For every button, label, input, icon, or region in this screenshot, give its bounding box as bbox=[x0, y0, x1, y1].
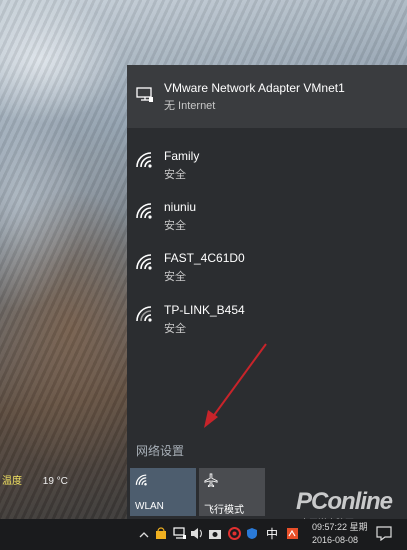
adapter-name: VMware Network Adapter VMnet1 bbox=[164, 81, 345, 95]
wifi-icon bbox=[135, 152, 155, 173]
swirl-app-icon[interactable] bbox=[228, 527, 241, 545]
shopping-bag-icon[interactable] bbox=[155, 527, 167, 545]
clock-time: 09:57:22 bbox=[312, 522, 348, 532]
weather-widget[interactable]: 温度 19 °C bbox=[2, 472, 68, 487]
pconline-watermark: PConline bbox=[296, 488, 393, 515]
wlan-toggle-tile[interactable]: WLAN bbox=[130, 468, 196, 516]
wifi-network-item[interactable]: niuniu 安全 bbox=[127, 197, 407, 247]
taskbar: 中 09:57:22 星期 2016-08-08 bbox=[0, 519, 407, 550]
airplane-icon bbox=[204, 473, 218, 492]
ethernet-icon bbox=[136, 87, 154, 108]
shield-icon[interactable] bbox=[246, 527, 258, 545]
wifi-icon bbox=[135, 473, 149, 491]
wifi-network-status: 安全 bbox=[164, 169, 186, 181]
wifi-icon bbox=[135, 306, 155, 327]
network-flyout: VMware Network Adapter VMnet1 无 Internet… bbox=[127, 65, 407, 519]
volume-icon[interactable] bbox=[190, 527, 204, 545]
network-adapter-item[interactable]: VMware Network Adapter VMnet1 无 Internet bbox=[127, 65, 407, 128]
wifi-network-name: TP-LINK_B454 bbox=[164, 303, 245, 317]
airplane-mode-tile[interactable]: 飞行模式 bbox=[199, 468, 265, 516]
wifi-network-item[interactable]: FAST_4C61D0 安全 bbox=[127, 248, 407, 298]
chevron-up-icon[interactable] bbox=[139, 527, 149, 545]
weather-temperature: 19 °C bbox=[42, 476, 68, 487]
wifi-network-status: 安全 bbox=[164, 271, 186, 283]
wifi-network-name: Family bbox=[164, 149, 200, 163]
wifi-icon bbox=[135, 203, 155, 224]
network-settings-link[interactable]: 网络设置 bbox=[136, 442, 184, 459]
weather-label: 温度 bbox=[2, 476, 22, 487]
camera-icon[interactable] bbox=[208, 527, 222, 545]
app-tray-icon[interactable] bbox=[286, 527, 299, 545]
clock-weekday: 星期 bbox=[349, 522, 368, 532]
annotation-arrow bbox=[204, 343, 267, 428]
ime-indicator[interactable]: 中 bbox=[266, 525, 278, 542]
airplane-tile-label: 飞行模式 bbox=[204, 505, 244, 516]
wlan-tile-label: WLAN bbox=[135, 501, 164, 512]
clock-date: 2016-08-08 bbox=[312, 535, 359, 545]
taskbar-clock[interactable]: 09:57:22 星期 2016-08-08 bbox=[312, 521, 368, 547]
wifi-network-item[interactable]: Family 安全 bbox=[127, 146, 407, 196]
adapter-status: 无 Internet bbox=[164, 100, 216, 112]
wifi-network-status: 安全 bbox=[164, 323, 186, 335]
wifi-icon bbox=[135, 254, 155, 275]
wifi-network-name: FAST_4C61D0 bbox=[164, 251, 245, 265]
action-center-icon[interactable] bbox=[376, 526, 392, 546]
wifi-network-name: niuniu bbox=[164, 200, 197, 214]
network-icon[interactable] bbox=[173, 527, 187, 545]
wifi-network-status: 安全 bbox=[164, 220, 186, 232]
